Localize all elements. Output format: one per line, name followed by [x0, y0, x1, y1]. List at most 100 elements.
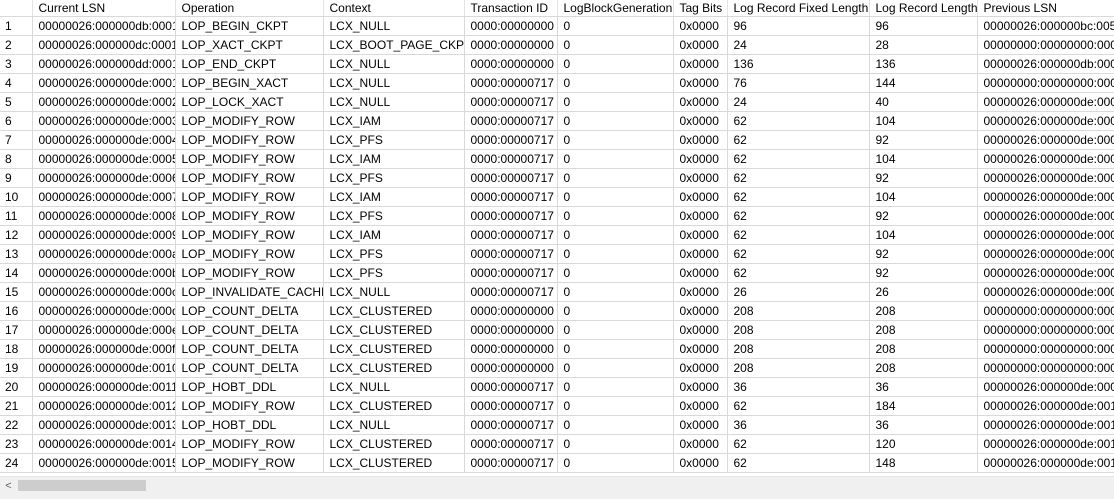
row-number[interactable]: 22: [0, 415, 33, 435]
transaction-id-cell[interactable]: 0000:00000717: [464, 282, 558, 302]
previous-lsn-cell[interactable]: 00000026:000000de:0012: [977, 415, 1114, 435]
context-cell[interactable]: LCX_CLUSTERED: [323, 320, 465, 340]
record-length-cell[interactable]: 148: [869, 453, 978, 473]
context-cell[interactable]: LCX_IAM: [323, 149, 465, 169]
current-lsn-cell[interactable]: 00000026:000000de:0006: [32, 168, 176, 188]
log-block-generation-cell[interactable]: 0: [557, 187, 674, 207]
tag-bits-cell[interactable]: 0x0000: [673, 73, 728, 93]
tag-bits-cell[interactable]: 0x0000: [673, 320, 728, 340]
current-lsn-cell[interactable]: 00000026:000000de:0012: [32, 396, 176, 416]
current-lsn-cell[interactable]: 00000026:000000de:0009: [32, 225, 176, 245]
current-lsn-cell[interactable]: 00000026:000000de:0005: [32, 149, 176, 169]
operation-cell[interactable]: LOP_BEGIN_CKPT: [175, 16, 324, 36]
context-cell[interactable]: LCX_CLUSTERED: [323, 358, 465, 378]
fixed-length-cell[interactable]: 76: [727, 73, 870, 93]
row-number[interactable]: 3: [0, 54, 33, 74]
tag-bits-cell[interactable]: 0x0000: [673, 206, 728, 226]
fixed-length-cell[interactable]: 62: [727, 130, 870, 150]
fixed-length-cell[interactable]: 36: [727, 415, 870, 435]
operation-cell[interactable]: LOP_MODIFY_ROW: [175, 244, 324, 264]
record-length-cell[interactable]: 120: [869, 434, 978, 454]
context-cell[interactable]: LCX_NULL: [323, 92, 465, 112]
previous-lsn-cell[interactable]: 00000000:00000000:0000: [977, 301, 1114, 321]
table-row[interactable]: 14 00000026:000000de:000b LOP_MODIFY_ROW LC…: [0, 263, 1114, 283]
transaction-id-cell[interactable]: 0000:00000717: [464, 187, 558, 207]
fixed-length-cell[interactable]: 62: [727, 206, 870, 226]
row-number[interactable]: 8: [0, 149, 33, 169]
tag-bits-cell[interactable]: 0x0000: [673, 130, 728, 150]
previous-lsn-cell[interactable]: 00000026:000000db:0001: [977, 54, 1114, 74]
context-cell[interactable]: LCX_PFS: [323, 244, 465, 264]
operation-cell[interactable]: LOP_MODIFY_ROW: [175, 263, 324, 283]
transaction-id-cell[interactable]: 0000:00000717: [464, 453, 558, 473]
log-block-generation-cell[interactable]: 0: [557, 377, 674, 397]
row-number[interactable]: 6: [0, 111, 33, 131]
log-block-generation-cell[interactable]: 0: [557, 263, 674, 283]
transaction-id-cell[interactable]: 0000:00000717: [464, 263, 558, 283]
context-cell[interactable]: LCX_CLUSTERED: [323, 453, 465, 473]
previous-lsn-cell[interactable]: 00000026:000000de:0014: [977, 453, 1114, 473]
context-cell[interactable]: LCX_CLUSTERED: [323, 339, 465, 359]
transaction-id-cell[interactable]: 0000:00000717: [464, 415, 558, 435]
row-number[interactable]: 24: [0, 453, 33, 473]
transaction-id-cell[interactable]: 0000:00000717: [464, 73, 558, 93]
scrollbar-thumb[interactable]: [18, 480, 146, 491]
context-cell[interactable]: LCX_NULL: [323, 377, 465, 397]
row-number[interactable]: 7: [0, 130, 33, 150]
operation-cell[interactable]: LOP_MODIFY_ROW: [175, 149, 324, 169]
table-row[interactable]: 24 00000026:000000de:0015 LOP_MODIFY_ROW LC…: [0, 453, 1114, 473]
fixed-length-cell[interactable]: 208: [727, 301, 870, 321]
context-cell[interactable]: LCX_CLUSTERED: [323, 396, 465, 416]
tag-bits-cell[interactable]: 0x0000: [673, 396, 728, 416]
transaction-id-cell[interactable]: 0000:00000717: [464, 206, 558, 226]
previous-lsn-cell[interactable]: 00000026:000000de:0013: [977, 434, 1114, 454]
previous-lsn-cell[interactable]: 00000000:00000000:0000: [977, 73, 1114, 93]
context-cell[interactable]: LCX_NULL: [323, 54, 465, 74]
context-cell[interactable]: LCX_CLUSTERED: [323, 434, 465, 454]
log-block-generation-cell[interactable]: 0: [557, 301, 674, 321]
tag-bits-cell[interactable]: 0x0000: [673, 339, 728, 359]
context-cell[interactable]: LCX_NULL: [323, 73, 465, 93]
previous-lsn-cell[interactable]: 00000026:000000de:0002: [977, 111, 1114, 131]
record-length-cell[interactable]: 136: [869, 54, 978, 74]
results-grid[interactable]: Current LSN Operation Context Transactio…: [0, 0, 1114, 474]
tag-bits-cell[interactable]: 0x0000: [673, 16, 728, 36]
table-row[interactable]: 19 00000026:000000de:0010 LOP_COUNT_DELTA L…: [0, 358, 1114, 378]
tag-bits-cell[interactable]: 0x0000: [673, 358, 728, 378]
transaction-id-cell[interactable]: 0000:00000717: [464, 434, 558, 454]
operation-cell[interactable]: LOP_MODIFY_ROW: [175, 187, 324, 207]
previous-lsn-cell[interactable]: 00000026:000000de:0003: [977, 130, 1114, 150]
current-lsn-cell[interactable]: 00000026:000000dc:0001: [32, 35, 176, 55]
record-length-cell[interactable]: 144: [869, 73, 978, 93]
row-number[interactable]: 17: [0, 320, 33, 340]
table-row[interactable]: 18 00000026:000000de:000f LOP_COUNT_DELTA L…: [0, 339, 1114, 359]
operation-cell[interactable]: LOP_MODIFY_ROW: [175, 168, 324, 188]
table-row[interactable]: 5 00000026:000000de:0002 LOP_LOCK_XACT LCX_…: [0, 92, 1114, 112]
tag-bits-cell[interactable]: 0x0000: [673, 263, 728, 283]
operation-cell[interactable]: LOP_COUNT_DELTA: [175, 339, 324, 359]
row-number[interactable]: 23: [0, 434, 33, 454]
fixed-length-cell[interactable]: 62: [727, 187, 870, 207]
previous-lsn-cell[interactable]: 00000026:000000de:0001: [977, 92, 1114, 112]
row-number[interactable]: 10: [0, 187, 33, 207]
tag-bits-cell[interactable]: 0x0000: [673, 225, 728, 245]
operation-cell[interactable]: LOP_INVALIDATE_CACHE: [175, 282, 324, 302]
horizontal-scrollbar[interactable]: <: [0, 476, 1114, 494]
record-length-cell[interactable]: 208: [869, 320, 978, 340]
table-row[interactable]: 2 00000026:000000dc:0001 LOP_XACT_CKPT LCX_…: [0, 35, 1114, 55]
operation-cell[interactable]: LOP_COUNT_DELTA: [175, 358, 324, 378]
row-number[interactable]: 14: [0, 263, 33, 283]
log-block-generation-cell[interactable]: 0: [557, 16, 674, 36]
log-block-generation-cell[interactable]: 0: [557, 339, 674, 359]
log-block-generation-cell[interactable]: 0: [557, 168, 674, 188]
column-header-transaction-id[interactable]: Transaction ID: [464, 0, 558, 17]
fixed-length-cell[interactable]: 62: [727, 396, 870, 416]
fixed-length-cell[interactable]: 62: [727, 149, 870, 169]
operation-cell[interactable]: LOP_LOCK_XACT: [175, 92, 324, 112]
context-cell[interactable]: LCX_PFS: [323, 263, 465, 283]
tag-bits-cell[interactable]: 0x0000: [673, 35, 728, 55]
scroll-left-arrow-icon[interactable]: <: [0, 477, 17, 494]
table-row[interactable]: 15 00000026:000000de:000c LOP_INVALIDATE_C…: [0, 282, 1114, 302]
log-block-generation-cell[interactable]: 0: [557, 358, 674, 378]
previous-lsn-cell[interactable]: 00000026:000000de:0008: [977, 225, 1114, 245]
